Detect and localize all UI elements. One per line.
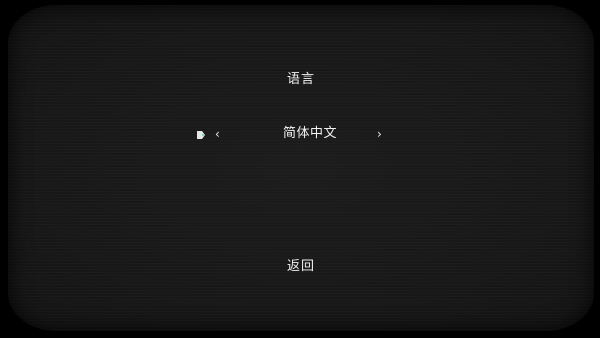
selector-cursor-icon: [197, 131, 205, 139]
menu-panel: 语言 ‹ 简体中文 › 返回: [8, 5, 594, 331]
language-selector[interactable]: ‹ 简体中文 ›: [8, 125, 594, 145]
language-value: 简体中文: [282, 126, 337, 141]
next-language-arrow-icon[interactable]: ›: [377, 126, 382, 142]
menu-title: 语言: [286, 72, 315, 87]
previous-language-arrow-icon[interactable]: ‹: [215, 126, 220, 142]
back-button[interactable]: 返回: [8, 255, 594, 274]
